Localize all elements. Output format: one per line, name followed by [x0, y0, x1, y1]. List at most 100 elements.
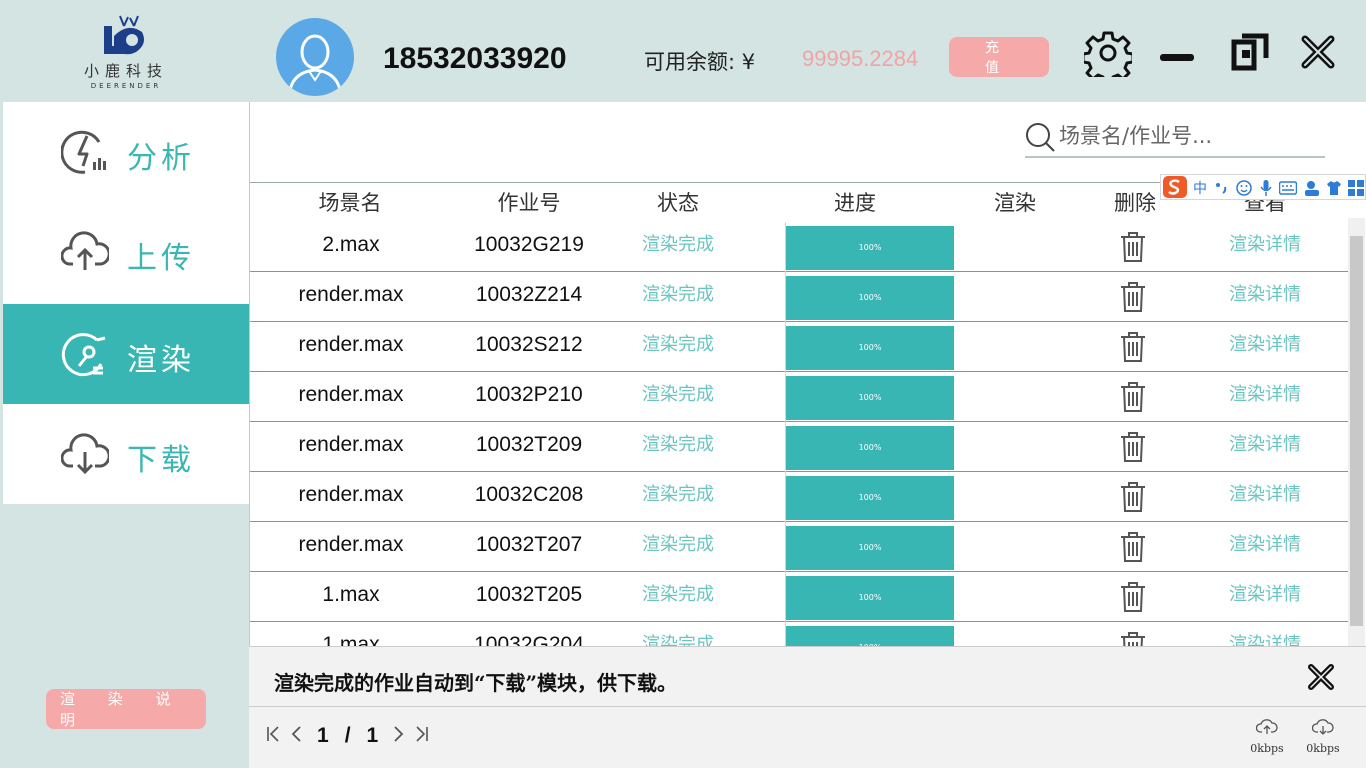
table-row[interactable]: 2.max 10032G219 渲染完成 100% 渲染详情	[250, 222, 1348, 272]
top-bar: 小鹿科技 DEERENDER 18532033920 可用余额: ¥ 99995…	[0, 0, 1366, 102]
column-header-status: 状态	[657, 191, 699, 215]
job-number-cell: 10032T209	[475, 433, 583, 456]
delete-button[interactable]	[1118, 531, 1148, 567]
trash-icon	[1118, 482, 1148, 517]
status-cell: 渲染完成	[642, 384, 714, 405]
chevron-right-icon	[394, 726, 404, 742]
total-pages: 1	[366, 724, 379, 747]
status-cell: 渲染完成	[642, 484, 714, 505]
upload-speed: 0kbps	[1247, 717, 1287, 755]
job-number-cell: 10032G219	[474, 233, 584, 256]
sidebar-item-render[interactable]: 渲染	[3, 304, 249, 404]
table-row[interactable]: 1.max 10032T205 渲染完成 100% 渲染详情	[250, 572, 1348, 622]
scroll-thumb[interactable]	[1350, 236, 1363, 626]
delete-button[interactable]	[1118, 631, 1148, 646]
ime-toolbar[interactable]: 中	[1160, 174, 1366, 200]
status-cell: 渲染完成	[642, 584, 714, 605]
column-header-scene: 场景名	[318, 191, 382, 215]
scene-name-cell: render.max	[298, 383, 404, 406]
punctuation-icon	[1216, 183, 1227, 194]
recharge-button[interactable]: 充 值	[949, 37, 1049, 77]
delete-button[interactable]	[1118, 281, 1148, 317]
table-row[interactable]: render.max 10032C208 渲染完成 100% 渲染详情	[250, 472, 1348, 522]
scene-name-cell: 2.max	[322, 233, 380, 256]
render-detail-link[interactable]: 渲染详情	[1205, 572, 1325, 622]
prev-page-button[interactable]	[285, 724, 309, 748]
render-detail-link[interactable]: 渲染详情	[1205, 472, 1325, 522]
trash-icon	[1118, 382, 1148, 417]
scene-name-cell: render.max	[298, 483, 404, 506]
table-row[interactable]: render.max 10032T207 渲染完成 100% 渲染详情	[250, 522, 1348, 572]
cloud-download-icon	[1311, 719, 1334, 735]
delete-button[interactable]	[1118, 481, 1148, 517]
delete-button[interactable]	[1118, 431, 1148, 467]
table-row[interactable]: 1.max 10032G204 渲染完成 100% 渲染详情	[250, 622, 1348, 646]
chevron-left-icon	[291, 726, 301, 742]
table-row[interactable]: render.max 10032Z214 渲染完成 100% 渲染详情	[250, 272, 1348, 322]
render-detail-link[interactable]: 渲染详情	[1205, 272, 1325, 322]
cloud-download-icon	[60, 430, 111, 482]
progress-bar: 100%	[786, 626, 954, 646]
job-number-cell: 10032P210	[475, 383, 583, 406]
notice-bar: 渲染完成的作业自动到“下载”模块，供下载。	[249, 646, 1366, 706]
job-number-cell: 10032C208	[474, 483, 584, 506]
render-icon	[61, 330, 109, 382]
vertical-scrollbar[interactable]	[1348, 218, 1365, 646]
render-detail-link[interactable]: 渲染详情	[1205, 422, 1325, 472]
next-page-button[interactable]	[386, 724, 410, 748]
delete-button[interactable]	[1118, 231, 1148, 267]
sidebar: 分析 上传 渲染 下载	[3, 102, 249, 504]
render-detail-link[interactable]: 渲染详情	[1205, 222, 1325, 272]
progress-bar: 100%	[786, 476, 954, 520]
scene-name-cell: 1.max	[322, 633, 380, 646]
table-row[interactable]: render.max 10032P210 渲染完成 100% 渲染详情	[250, 372, 1348, 422]
job-number-cell: 10032T207	[475, 533, 583, 556]
render-help-button[interactable]: 渲 染 说 明	[46, 689, 206, 729]
footer-bar: 1 / 1 0kbps 0kbps	[249, 706, 1366, 768]
status-cell: 渲染完成	[642, 234, 714, 255]
column-header-progress: 进度	[834, 191, 876, 215]
search-input[interactable]	[1059, 120, 1319, 152]
first-page-icon	[267, 726, 279, 742]
scene-name-cell: 1.max	[322, 583, 380, 606]
sidebar-item-upload[interactable]: 上传	[3, 202, 249, 302]
restore-button[interactable]	[1228, 30, 1272, 78]
skin-shirt-icon	[1327, 181, 1341, 195]
render-detail-link[interactable]: 渲染详情	[1205, 622, 1325, 646]
user-phone: 18532033920	[383, 42, 567, 75]
delete-button[interactable]	[1118, 581, 1148, 617]
progress-label: 100%	[786, 626, 954, 646]
progress-bar: 100%	[786, 426, 954, 470]
column-header-job: 作业号	[497, 191, 561, 215]
user-tools-icon	[1305, 181, 1319, 196]
upload-speed-value: 0kbps	[1250, 742, 1284, 755]
close-icon	[1308, 664, 1334, 690]
avatar[interactable]	[276, 18, 354, 96]
minimize-button[interactable]	[1160, 48, 1196, 67]
keyboard-icon	[1279, 181, 1297, 195]
render-detail-link[interactable]: 渲染详情	[1205, 322, 1325, 372]
table-row[interactable]: render.max 10032T209 渲染完成 100% 渲染详情	[250, 422, 1348, 472]
cloud-upload-icon	[60, 228, 111, 280]
close-button[interactable]	[1300, 34, 1336, 74]
delete-button[interactable]	[1118, 381, 1148, 417]
search-icon[interactable]	[1025, 122, 1055, 156]
render-detail-link[interactable]: 渲染详情	[1205, 522, 1325, 572]
sidebar-item-download[interactable]: 下载	[3, 404, 249, 504]
download-speed: 0kbps	[1303, 717, 1343, 755]
current-page: 1	[317, 724, 329, 747]
progress-label: 100%	[858, 343, 882, 352]
render-detail-link[interactable]: 渲染详情	[1205, 372, 1325, 422]
status-cell: 渲染完成	[642, 284, 714, 305]
progress-label: 100%	[858, 293, 882, 302]
status-cell: 渲染完成	[642, 434, 714, 455]
delete-button[interactable]	[1118, 331, 1148, 367]
notice-close-button[interactable]	[1307, 663, 1335, 695]
last-page-button[interactable]	[410, 724, 434, 748]
table-row[interactable]: render.max 10032S212 渲染完成 100% 渲染详情	[250, 322, 1348, 372]
restore-icon	[1231, 33, 1269, 71]
sidebar-item-analysis[interactable]: 分析	[3, 102, 249, 202]
trash-icon	[1118, 532, 1148, 567]
first-page-button[interactable]	[261, 724, 285, 748]
settings-button[interactable]	[1081, 29, 1135, 85]
